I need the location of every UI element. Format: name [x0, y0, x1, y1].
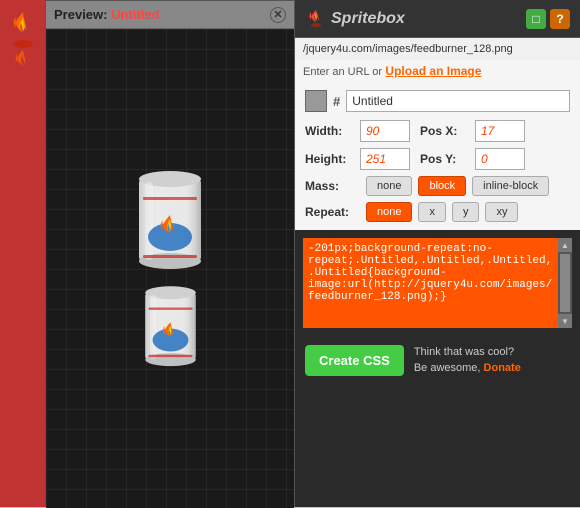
footer-section: Create CSS Think that was cool? Be aweso…: [295, 339, 580, 382]
spritebox-header: Spritebox □ ?: [295, 0, 580, 38]
name-input[interactable]: [346, 90, 570, 112]
name-row: #: [305, 90, 570, 112]
mass-row: Mass: none block inline-block: [305, 176, 570, 196]
be-text: Be awesome,: [414, 362, 481, 374]
upload-section: Enter an URL or Upload an Image: [295, 60, 580, 82]
height-row: Height: Pos Y:: [305, 148, 570, 170]
fullscreen-button[interactable]: □: [526, 9, 546, 29]
think-text: Think that was cool?: [414, 346, 514, 358]
header-icons: □ ?: [526, 9, 570, 29]
mass-block-button[interactable]: block: [418, 176, 466, 196]
fire-icon-sidebar: [8, 10, 38, 48]
mass-none-button[interactable]: none: [366, 176, 412, 196]
css-output-textarea[interactable]: -201px;background-repeat:no-repeat;.Unti…: [303, 238, 558, 328]
repeat-xy-button[interactable]: xy: [485, 202, 518, 222]
enter-url-text: Enter an URL or: [303, 66, 382, 78]
pos-y-label: Pos Y:: [420, 152, 465, 166]
repeat-label: Repeat:: [305, 205, 360, 219]
upload-image-link[interactable]: Upload an Image: [385, 64, 481, 78]
pos-y-input[interactable]: [475, 148, 525, 170]
pos-x-input[interactable]: [475, 120, 525, 142]
css-output-section: -201px;background-repeat:no-repeat;.Unti…: [295, 230, 580, 339]
width-label: Width:: [305, 124, 350, 138]
repeat-y-button[interactable]: y: [452, 202, 480, 222]
left-panel: Preview: Untitled ✕: [0, 0, 295, 507]
mass-inline-block-button[interactable]: inline-block: [472, 176, 549, 196]
donate-link[interactable]: Donate: [484, 362, 521, 374]
url-input[interactable]: [295, 38, 580, 60]
height-input[interactable]: [360, 148, 410, 170]
close-button[interactable]: ✕: [270, 7, 286, 23]
donate-text: Think that was cool? Be awesome, Donate: [414, 345, 521, 376]
fire-icon-sidebar-small: [11, 48, 35, 78]
preview-titlebar: Preview: Untitled ✕: [46, 1, 294, 29]
css-wrapper: -201px;background-repeat:no-repeat;.Unti…: [303, 238, 572, 331]
scroll-down-arrow[interactable]: ▼: [558, 314, 572, 328]
color-swatch[interactable]: [305, 90, 327, 112]
mass-label: Mass:: [305, 179, 360, 193]
logo-name: Spritebox: [331, 10, 405, 27]
create-css-button[interactable]: Create CSS: [305, 345, 404, 376]
repeat-x-button[interactable]: x: [418, 202, 446, 222]
scroll-thumb: [560, 254, 570, 312]
spritebox-logo: Spritebox: [305, 8, 405, 30]
can-image-2: [138, 283, 203, 371]
css-scrollbar[interactable]: ▲ ▼: [558, 238, 572, 328]
width-input[interactable]: [360, 120, 410, 142]
spritebox-logo-icon: [305, 8, 327, 30]
logo-text: Spritebox: [331, 10, 405, 28]
help-icon: ?: [556, 12, 563, 26]
controls-section: # Width: Pos X: Height: Pos Y: Mass: non…: [295, 82, 580, 230]
scroll-up-arrow[interactable]: ▲: [558, 238, 572, 252]
left-sidebar: [0, 0, 45, 507]
can-image-1: [131, 167, 209, 275]
preview-content: [46, 29, 294, 508]
can-container: [131, 167, 209, 371]
help-button[interactable]: ?: [550, 9, 570, 29]
pos-x-label: Pos X:: [420, 124, 465, 138]
hash-symbol: #: [333, 94, 340, 109]
preview-title: Preview: Untitled: [54, 7, 159, 22]
right-panel: Spritebox □ ? Enter an URL or Upload an …: [295, 0, 580, 507]
repeat-row: Repeat: none x y xy: [305, 202, 570, 222]
preview-title-name: Untitled: [111, 7, 159, 22]
width-row: Width: Pos X:: [305, 120, 570, 142]
repeat-none-button[interactable]: none: [366, 202, 412, 222]
url-section: Enter an URL or Upload an Image: [295, 38, 580, 82]
height-label: Height:: [305, 152, 350, 166]
fullscreen-icon: □: [532, 12, 539, 26]
preview-window: Preview: Untitled ✕: [45, 0, 295, 507]
